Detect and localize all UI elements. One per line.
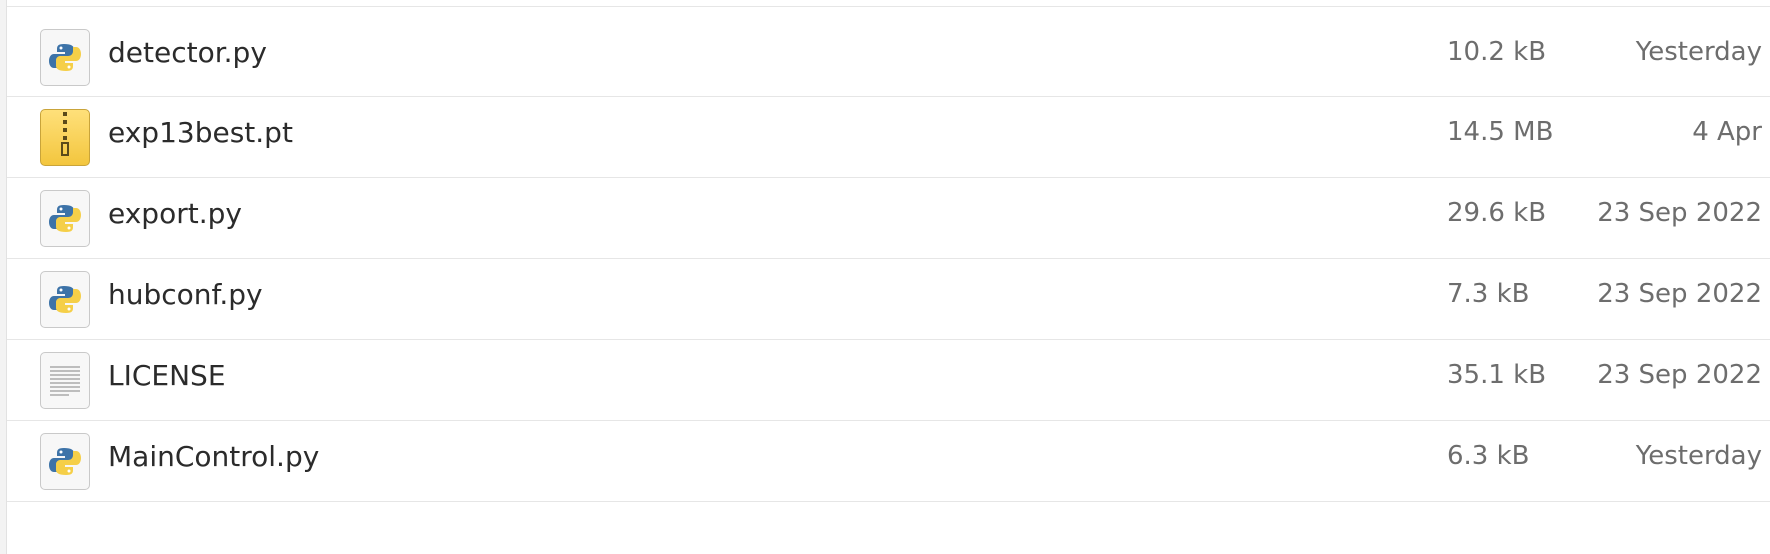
- file-modified: 23 Sep 2022: [1597, 279, 1762, 309]
- python-file-icon: [40, 29, 90, 86]
- file-name: MainControl.py: [108, 440, 320, 473]
- file-size: 14.5 MB: [1447, 117, 1554, 147]
- file-name: export.py: [108, 197, 242, 230]
- text-file-icon: [40, 352, 90, 409]
- python-file-icon: [40, 271, 90, 328]
- python-file-icon: [40, 190, 90, 247]
- python-file-icon: [40, 433, 90, 490]
- file-modified: Yesterday: [1635, 441, 1762, 471]
- file-name: hubconf.py: [108, 278, 263, 311]
- file-row-export[interactable]: export.py 29.6 kB 23 Sep 2022: [7, 168, 1770, 259]
- file-size: 35.1 kB: [1447, 360, 1547, 390]
- file-name: exp13best.pt: [108, 116, 293, 149]
- file-size: 29.6 kB: [1447, 198, 1547, 228]
- file-size: 6.3 kB: [1447, 441, 1530, 471]
- sidebar-edge: [0, 0, 7, 554]
- file-list: detector.py 10.2 kB Yesterday exp13best.…: [7, 0, 1770, 554]
- file-modified: 23 Sep 2022: [1597, 198, 1762, 228]
- file-row-detector[interactable]: detector.py 10.2 kB Yesterday: [7, 6, 1770, 97]
- file-row-maincontrol[interactable]: MainControl.py 6.3 kB Yesterday: [7, 411, 1770, 502]
- file-size: 10.2 kB: [1447, 37, 1547, 67]
- file-modified: 23 Sep 2022: [1597, 360, 1762, 390]
- file-row-license[interactable]: LICENSE 35.1 kB 23 Sep 2022: [7, 330, 1770, 421]
- file-modified: 4 Apr: [1692, 117, 1762, 147]
- file-row-exp13best[interactable]: exp13best.pt 14.5 MB 4 Apr: [7, 87, 1770, 178]
- file-name: LICENSE: [108, 359, 226, 392]
- archive-file-icon: [40, 109, 90, 166]
- file-size: 7.3 kB: [1447, 279, 1530, 309]
- file-name: detector.py: [108, 36, 267, 69]
- file-modified: Yesterday: [1635, 37, 1762, 67]
- file-row-hubconf[interactable]: hubconf.py 7.3 kB 23 Sep 2022: [7, 249, 1770, 340]
